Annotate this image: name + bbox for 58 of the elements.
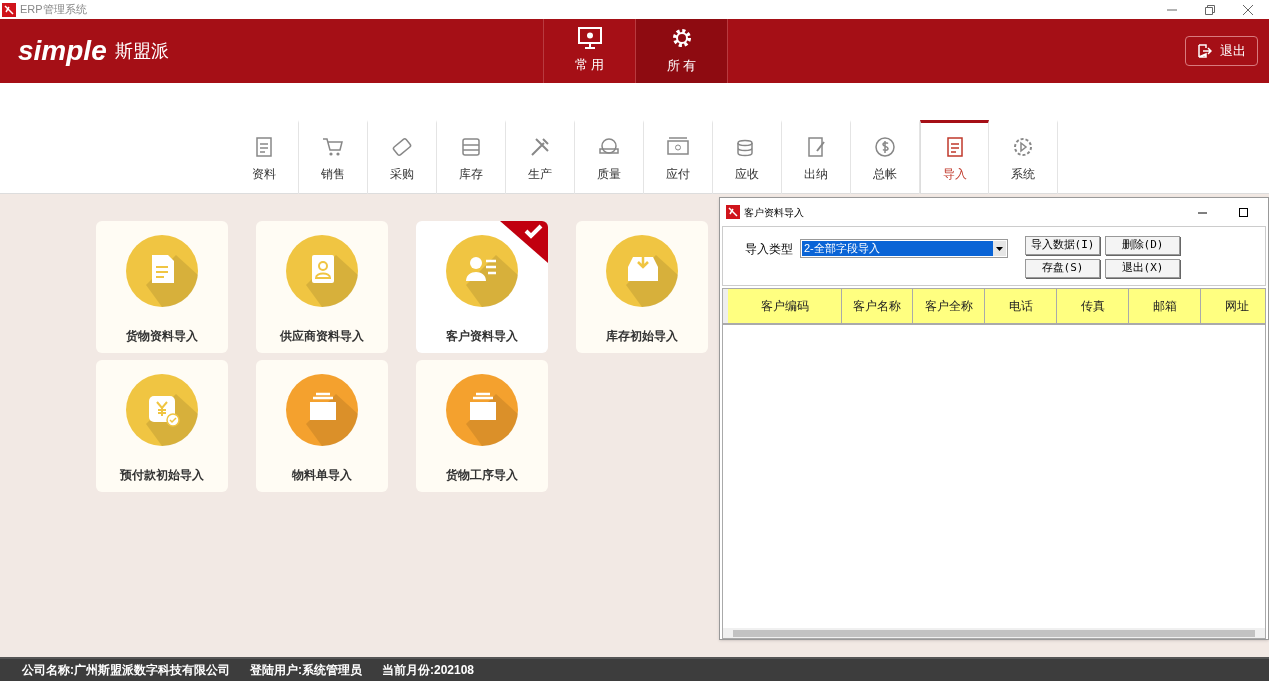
import-card[interactable]: 库存初始导入 [576,221,708,353]
stacked-box-icon [286,374,358,446]
import-card[interactable]: 货物资料导入 [96,221,228,353]
nav-tab[interactable]: 所 有 [636,19,728,83]
status-text: 公司名称:广州斯盟派数字科技有限公司 [22,662,230,679]
person-card-icon [446,235,518,307]
status-text: 登陆用户:系统管理员 [250,662,362,679]
module-tab[interactable]: 出纳 [782,120,851,194]
module-tab[interactable]: 系统 [989,120,1058,194]
dialog-button[interactable]: 存盘(S) [1025,259,1100,278]
close-icon[interactable] [1243,4,1253,15]
module-tab[interactable]: 采购 [368,120,437,194]
module-tab[interactable]: 库存 [437,120,506,194]
module-tab[interactable]: 应付 [644,120,713,194]
yen-check-icon [126,374,198,446]
import-card[interactable]: 货物工序导入 [416,360,548,492]
app-icon [726,205,740,219]
module-tab[interactable]: 销售 [299,120,368,194]
monitor-icon [577,27,602,50]
import-type-dropdown[interactable]: 2-全部字段导入 [800,239,1008,258]
dialog-button[interactable]: 导入数据(I) [1025,236,1100,255]
exit-button[interactable]: 退出 [1185,36,1258,66]
document-icon [126,235,198,307]
selected-check-icon [500,221,548,263]
module-tab[interactable]: 生产 [506,120,575,194]
horizontal-scrollbar[interactable] [723,628,1265,638]
stacked-box-icon [446,374,518,446]
maximize-icon[interactable] [1239,207,1248,217]
status-text: 当前月份:202108 [382,662,475,679]
column-header: 客户全称 [913,289,985,323]
column-header: 电话 [985,289,1057,323]
brand-name: 斯盟派 [114,39,169,63]
import-card[interactable]: 客户资料导入 [416,221,548,353]
dialog-button[interactable]: 退出(X) [1105,259,1180,278]
import-type-label: 导入类型 [745,241,794,258]
import-card[interactable]: 物料单导入 [256,360,388,492]
module-tab[interactable]: 资料 [230,120,299,194]
column-header: 客户名称 [842,289,913,323]
logo-text: simple [18,34,107,68]
column-header: 客户编码 [728,289,842,323]
inbox-download-icon [606,235,678,307]
column-header: 传真 [1057,289,1129,323]
module-tab[interactable]: 导入 [920,120,989,194]
restore-icon[interactable] [1205,4,1215,15]
caret-icon [993,241,1006,256]
import-card[interactable]: 预付款初始导入 [96,360,228,492]
dialog-title: 客户资料导入 [744,205,804,220]
exit-icon [1197,44,1212,58]
column-header: 网址 [1201,289,1265,323]
dialog-button[interactable]: 删除(D) [1105,236,1180,255]
module-tab[interactable]: 总帐 [851,120,920,194]
module-tab[interactable]: 质量 [575,120,644,194]
window-title: ERP管理系统 [20,2,87,18]
column-header: 邮箱 [1129,289,1201,323]
module-tab[interactable]: 应收 [713,120,782,194]
contact-book-icon [286,235,358,307]
dollar-icon [873,134,897,159]
import-card[interactable]: 供应商资料导入 [256,221,388,353]
